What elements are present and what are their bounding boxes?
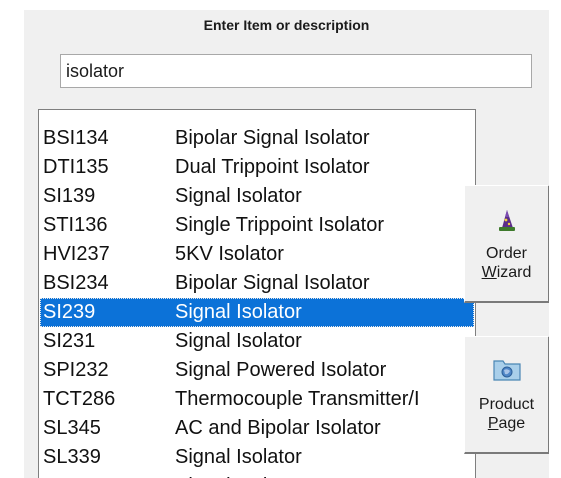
top-margin xyxy=(0,0,561,10)
folder-globe-icon xyxy=(492,360,521,381)
item-description: Dual Trippoint Isolator xyxy=(175,156,370,178)
right-margin xyxy=(549,0,561,478)
item-code: BSI234 xyxy=(43,272,109,294)
item-code: SI139 xyxy=(43,185,96,207)
item-description: Bipolar Signal Isolator xyxy=(175,272,370,294)
order-wizard-label-line1: Order xyxy=(486,245,527,262)
item-code: STI136 xyxy=(43,214,108,236)
product-page-button[interactable]: Product Page xyxy=(464,336,549,454)
order-wizard-label-line2: Wizard xyxy=(481,264,532,281)
list-item[interactable]: BSI234 Bipolar Signal Isolator xyxy=(40,269,474,298)
list-item[interactable]: STI136 Single Trippoint Isolator xyxy=(40,211,474,240)
order-wizard-button[interactable]: Order Wizard xyxy=(464,185,549,303)
list-item[interactable]: HVI237 5KV Isolator xyxy=(40,240,474,269)
item-search-panel: Enter Item or description isolator BSI13… xyxy=(24,10,549,478)
panel-title: Enter Item or description xyxy=(203,17,370,33)
item-code: TCT286 xyxy=(43,388,116,410)
list-item[interactable]: SL339 Signal Isolator xyxy=(40,443,474,472)
item-code: SI231 xyxy=(43,330,96,352)
product-page-label-line2: Page xyxy=(487,415,526,432)
item-description: Thermocouple Transmitter/I xyxy=(175,388,420,410)
item-description: Signal Isolator xyxy=(175,301,302,323)
list-item[interactable]: SL332 Signal Isolator xyxy=(40,472,474,478)
item-code: SL332 xyxy=(43,472,101,478)
product-page-label-line1: Product xyxy=(478,396,535,413)
list-item[interactable]: TCT286 Thermocouple Transmitter/I xyxy=(40,385,474,414)
list-item[interactable]: SPI232 Signal Powered Isolator xyxy=(40,356,474,385)
item-list[interactable]: BSI134 Bipolar Signal Isolator DTI135 Dual … xyxy=(38,109,476,478)
left-margin xyxy=(0,10,24,478)
item-description: Signal Powered Isolator xyxy=(175,359,387,381)
item-code: SL345 xyxy=(43,417,101,439)
item-code: HVI237 xyxy=(43,243,110,265)
item-code: SI239 xyxy=(43,301,96,323)
item-description: Signal Isolator xyxy=(175,330,302,352)
list-item[interactable]: SI231 Signal Isolator xyxy=(40,327,474,356)
list-item[interactable]: DTI135 Dual Trippoint Isolator xyxy=(40,153,474,182)
item-code: BSI134 xyxy=(43,127,109,149)
item-description: Signal Isolator xyxy=(175,446,302,468)
item-description: Signal Isolator xyxy=(175,472,302,478)
list-item[interactable]: SL345 AC and Bipolar Isolator xyxy=(40,414,474,443)
item-code: DTI135 xyxy=(43,156,109,178)
list-item[interactable]: SI239 Signal Isolator xyxy=(40,298,474,327)
item-code: SPI232 xyxy=(43,359,109,381)
item-description: Signal Isolator xyxy=(175,185,302,207)
item-description: AC and Bipolar Isolator xyxy=(175,417,381,439)
search-input[interactable]: isolator xyxy=(60,54,532,88)
item-description: Single Trippoint Isolator xyxy=(175,214,385,236)
item-code: SL339 xyxy=(43,446,101,468)
item-description: Bipolar Signal Isolator xyxy=(175,127,370,149)
list-item[interactable]: SI139 Signal Isolator xyxy=(40,182,474,211)
list-item[interactable]: BSI134 Bipolar Signal Isolator xyxy=(40,124,474,153)
wizard-hat-icon xyxy=(498,210,515,231)
item-description: 5KV Isolator xyxy=(175,243,284,265)
